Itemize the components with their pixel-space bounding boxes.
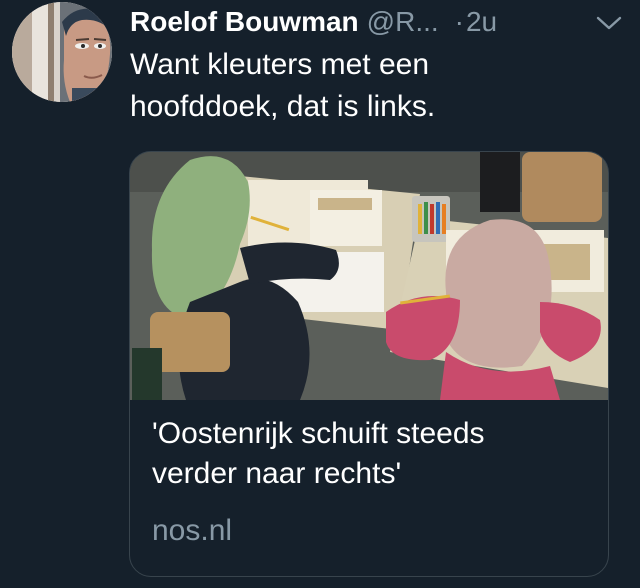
avatar[interactable]: [12, 2, 112, 102]
card-domain[interactable]: nos.nl: [152, 514, 590, 548]
link-card[interactable]: 'Oostenrijk schuift steeds verder naar r…: [129, 151, 609, 577]
timestamp[interactable]: 2u: [466, 6, 497, 38]
card-body: 'Oostenrijk schuift steeds verder naar r…: [152, 414, 590, 548]
tweet[interactable]: Roelof Bouwman @R... · 2u Want kleuters …: [0, 0, 640, 588]
tweet-text-line: Want kleuters met een: [130, 48, 430, 81]
author-handle[interactable]: @R...: [367, 6, 439, 38]
separator-dot: ·: [454, 6, 464, 37]
avatar-photo: [12, 2, 112, 102]
chevron-down-icon[interactable]: [594, 10, 624, 36]
tweet-text-line: hoofddoek, dat is links.: [130, 90, 436, 123]
card-image: [130, 152, 608, 400]
tweet-header: Roelof Bouwman @R... · 2u: [130, 2, 624, 42]
card-title-line: verder naar rechts': [152, 457, 402, 490]
card-title-line: 'Oostenrijk schuift steeds: [152, 417, 485, 450]
tweet-text: Want kleuters met een hoofddoek, dat is …: [130, 44, 610, 128]
card-title[interactable]: 'Oostenrijk schuift steeds verder naar r…: [152, 414, 590, 494]
author-name[interactable]: Roelof Bouwman: [130, 6, 359, 38]
